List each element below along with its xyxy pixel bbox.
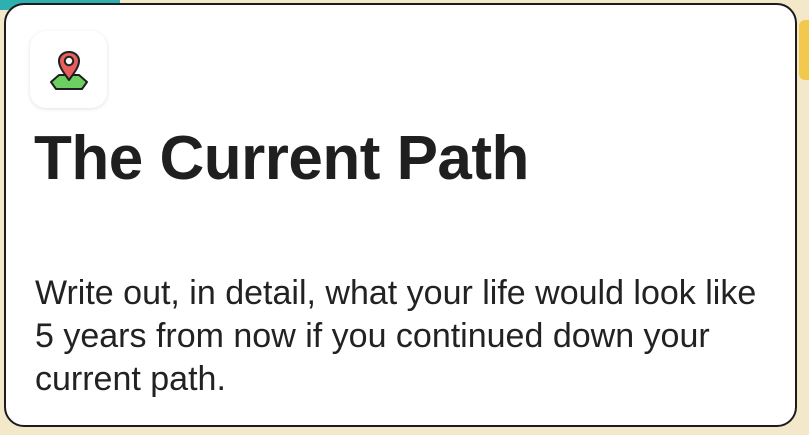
prompt-card[interactable]: The Current Path Write out, in detail, w… [4,3,797,427]
icon-tile [30,31,107,108]
map-pin-icon [47,48,91,92]
card-description: Write out, in detail, what your life wou… [35,274,757,398]
card-title: The Current Path [34,124,529,193]
background-accent-yellow [799,20,809,80]
